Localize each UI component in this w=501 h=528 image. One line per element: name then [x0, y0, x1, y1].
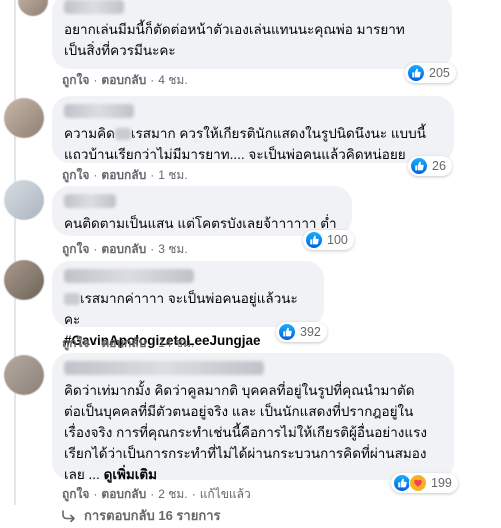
comment-bubble: เรสมากค่าาาา จะเป็นพ่อคนอยู่แล้วนะคะ #Ga…	[52, 261, 324, 348]
like-icon	[305, 231, 323, 249]
like-button[interactable]: ถูกใจ	[62, 336, 89, 350]
like-icon	[407, 64, 425, 82]
avatar[interactable]	[4, 355, 44, 395]
timestamp[interactable]: 4 ชม.	[158, 73, 187, 87]
comment-text-rest: เรสมากค่าาาา จะเป็นพ่อคนอยู่แล้วนะคะ	[64, 291, 298, 327]
blurred-word	[114, 128, 131, 141]
comment-actions: ถูกใจ · ตอบกลับ · 2 ชม. · แก้ไขแล้ว	[62, 487, 251, 501]
comment-text: อยากเล่นมีมนี้ก็ตัดต่อหน้าตัวเองเล่นแทนน…	[64, 22, 405, 58]
timestamp[interactable]: 2 ชม.	[158, 487, 187, 501]
comment-bubble: คิดว่าเท่มากมั้ง คิดว่าคูลมากติ บุคคลที่…	[52, 353, 454, 482]
reaction-count: 392	[300, 325, 321, 339]
replies-count-label[interactable]: การตอบกลับ 16 รายการ	[84, 505, 220, 526]
comment-actions: ถูกใจ · ตอบกลับ · 4 ชม.	[62, 73, 188, 87]
reaction-summary[interactable]: 392	[276, 322, 327, 342]
reply-button[interactable]: ตอบกลับ	[101, 336, 146, 350]
like-button[interactable]: ถูกใจ	[62, 242, 89, 256]
reaction-summary[interactable]: 199	[391, 473, 458, 493]
comment-text: คิดว่าเท่มากมั้ง คิดว่าคูลมากติ บุคคลที่…	[64, 380, 442, 485]
like-button[interactable]: ถูกใจ	[62, 73, 89, 87]
reply-arrow-icon	[62, 509, 75, 522]
comment-bubble: คนติดตามเป็นแสน แต่โคตรบังเลยจ้าาาาาา ต่…	[52, 186, 352, 236]
reply-button[interactable]: ตอบกลับ	[101, 242, 146, 256]
comment-text-start: ความคิด	[64, 126, 115, 141]
like-icon	[410, 157, 428, 175]
avatar[interactable]	[18, 0, 48, 16]
commenter-name-blurred[interactable]	[64, 0, 124, 14]
see-more-link[interactable]: ดูเพิ่มเติม	[104, 467, 157, 482]
care-icon	[409, 474, 427, 492]
like-icon	[278, 323, 296, 341]
reaction-summary[interactable]: 100	[303, 230, 354, 250]
thread-line	[14, 0, 16, 505]
reaction-count: 205	[429, 66, 450, 80]
comment-bubble: ความคิด เรสมาก ควรให้เกียรตินักแสดงในรูปน…	[52, 96, 454, 163]
reply-button[interactable]: ตอบกลับ	[101, 73, 146, 87]
reaction-count: 100	[327, 233, 348, 247]
like-button[interactable]: ถูกใจ	[62, 487, 89, 501]
reply-button[interactable]: ตอบกลับ	[101, 487, 146, 501]
reaction-count: 199	[431, 476, 452, 490]
view-replies-link[interactable]: การตอบกลับ 16 รายการ	[62, 505, 220, 526]
blurred-word	[64, 293, 80, 306]
comment-actions: ถูกใจ · ตอบกลับ · 14 ชม.	[62, 336, 195, 350]
timestamp[interactable]: 1 ชม.	[158, 168, 187, 182]
avatar[interactable]	[4, 98, 44, 138]
like-button[interactable]: ถูกใจ	[62, 168, 89, 182]
comment-actions: ถูกใจ · ตอบกลับ · 3 ชม.	[62, 242, 188, 256]
comment-text: ความคิด เรสมาก ควรให้เกียรตินักแสดงในรูปน…	[64, 123, 442, 165]
edited-label[interactable]: แก้ไขแล้ว	[200, 487, 251, 501]
reaction-summary[interactable]: 26	[408, 156, 452, 176]
comment-actions: ถูกใจ · ตอบกลับ · 1 ชม.	[62, 168, 188, 182]
commenter-name-blurred[interactable]	[64, 269, 194, 283]
reply-button[interactable]: ตอบกลับ	[101, 168, 146, 182]
commenter-name-blurred[interactable]	[64, 104, 134, 118]
comment-bubble: อยากเล่นมีมนี้ก็ตัดต่อหน้าตัวเองเล่นแทนน…	[52, 0, 452, 69]
timestamp[interactable]: 14 ชม.	[158, 336, 194, 350]
reaction-count: 26	[432, 159, 446, 173]
avatar[interactable]	[4, 260, 44, 300]
timestamp[interactable]: 3 ชม.	[158, 242, 187, 256]
commenter-name-blurred[interactable]	[64, 194, 116, 208]
comment-text: คนติดตามเป็นแสน แต่โคตรบังเลยจ้าาาาาา ต่…	[64, 216, 337, 231]
avatar[interactable]	[4, 180, 44, 220]
reaction-summary[interactable]: 205	[405, 63, 456, 83]
commenter-name-blurred[interactable]	[64, 361, 264, 375]
